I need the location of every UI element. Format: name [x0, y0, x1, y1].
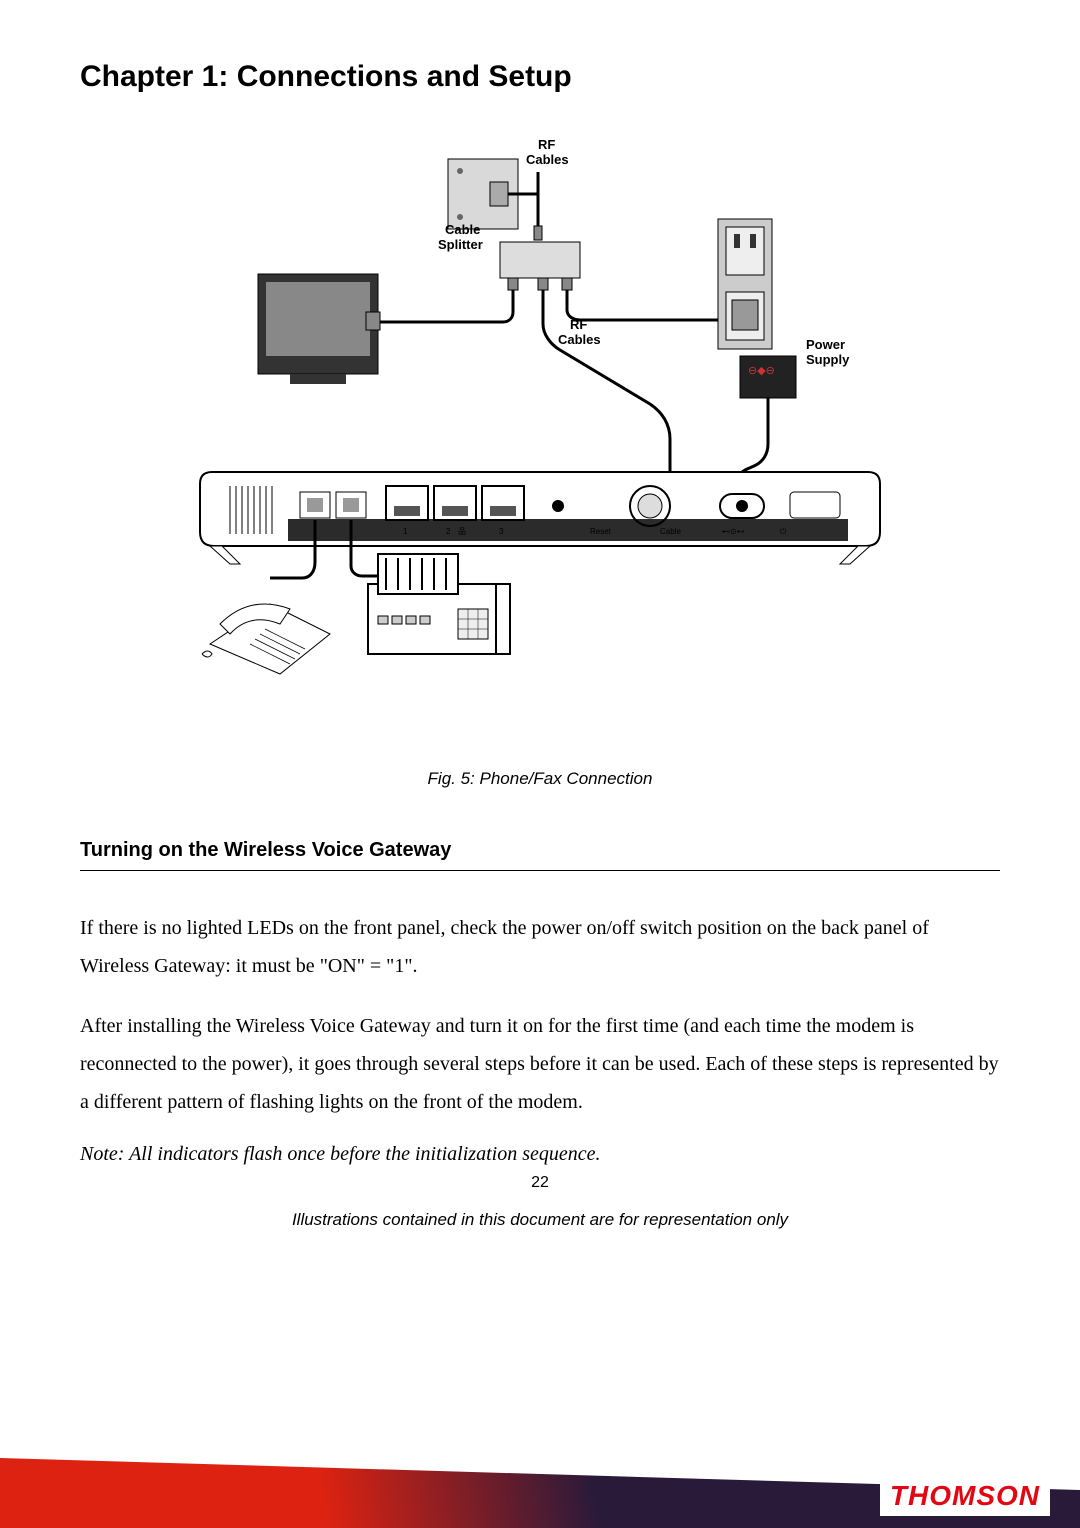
fax-drawing [368, 554, 510, 654]
label-power-supply: PowerSupply [806, 337, 850, 367]
brand-logo: THOMSON [880, 1476, 1050, 1516]
paragraph-1: If there is no lighted LEDs on the front… [80, 909, 1000, 985]
section-title: Turning on the Wireless Voice Gateway [80, 839, 1000, 862]
label-cable-splitter: CableSplitter [438, 222, 483, 252]
cable-label: Cable [660, 527, 681, 536]
svg-text:⊖◆⊖: ⊖◆⊖ [748, 365, 775, 377]
modem-back-panel: 1 2 品 3 Reset Cable ⊷⊙⊷ ⏻ [200, 472, 880, 564]
footer-text: Illustrations contained in this document… [80, 1210, 1000, 1230]
chapter-title: Chapter 1: Connections and Setup [80, 60, 1000, 94]
figure-caption: Fig. 5: Phone/Fax Connection [80, 769, 1000, 789]
svg-text:⊷⊙⊷: ⊷⊙⊷ [722, 527, 745, 536]
lan-icon: 2 [446, 527, 451, 536]
power-icon: ⏻ [780, 527, 787, 536]
port-label-3: 3 [499, 527, 504, 536]
note-text: Note: All indicators flash once before t… [80, 1143, 1000, 1166]
telephone-drawing [202, 604, 330, 674]
page-number: 22 [80, 1174, 1000, 1192]
paragraph-2: After installing the Wireless Voice Gate… [80, 1007, 1000, 1121]
figure-diagram: RFCables CableSplitter RFCables [80, 134, 1000, 699]
reset-label: Reset [590, 527, 612, 536]
section-divider [80, 870, 1000, 871]
label-rf-cables-top: RFCables [526, 137, 569, 167]
port-label-1: 1 [403, 527, 408, 536]
svg-text:品: 品 [458, 527, 466, 536]
